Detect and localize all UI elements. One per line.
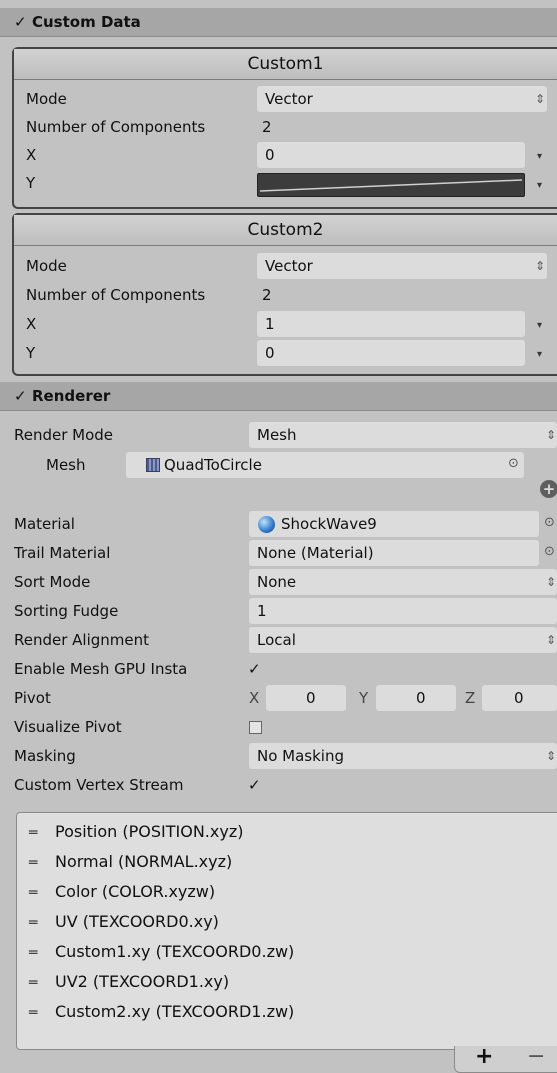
add-mesh-icon[interactable]: + (540, 480, 557, 498)
sort-mode-select[interactable]: None (249, 569, 557, 595)
drag-handle-icon[interactable]: ═ (29, 818, 47, 848)
list-item[interactable]: ═ Color (COLOR.xyzw) (29, 877, 215, 907)
updown-icon: ⇕ (535, 259, 546, 273)
remove-stream-button[interactable]: − (527, 1044, 545, 1069)
dropdown-icon[interactable]: ▾ (537, 349, 542, 360)
sorting-fudge-label: Sorting Fudge (14, 602, 119, 620)
pivot-z-label: Z (465, 689, 476, 707)
custom1-components-value[interactable]: 2 (262, 113, 272, 141)
pivot-x-label: X (249, 689, 260, 707)
custom1-title: Custom1 (14, 49, 557, 80)
trail-material-field[interactable]: None (Material) (249, 540, 539, 566)
custom2-components-value[interactable]: 2 (262, 281, 272, 309)
custom2-x-label: X (26, 315, 37, 333)
list-item[interactable]: ═ Custom2.xy (TEXCOORD1.zw) (29, 997, 294, 1027)
list-item[interactable]: ═ Normal (NORMAL.xyz) (29, 847, 232, 877)
mesh-field[interactable]: QuadToCircle (126, 452, 524, 478)
custom-vertex-streams-label: Custom Vertex Stream (14, 776, 184, 794)
sorting-fudge-field[interactable]: 1 (249, 598, 557, 624)
stream-label: Normal (NORMAL.xyz) (55, 852, 233, 871)
custom1-y-label: Y (26, 174, 36, 192)
render-alignment-select[interactable]: Local (249, 627, 557, 653)
drag-handle-icon[interactable]: ═ (29, 968, 47, 998)
list-footer: + − (454, 1044, 557, 1073)
visualize-pivot-checkbox[interactable] (249, 721, 262, 734)
dropdown-icon[interactable]: ▾ (537, 151, 542, 162)
updown-icon: ⇕ (546, 428, 557, 442)
custom-data-header[interactable]: ✓ Custom Data (0, 8, 557, 37)
dropdown-icon[interactable]: ▾ (537, 320, 542, 331)
drag-handle-icon[interactable]: ═ (29, 998, 47, 1028)
list-item[interactable]: ═ UV (TEXCOORD0.xy) (29, 907, 219, 937)
add-stream-button[interactable]: + (475, 1044, 493, 1069)
custom1-x-field[interactable]: 0 (257, 142, 525, 168)
object-picker-icon[interactable]: ⊙ (508, 456, 519, 471)
gpu-instancing-label: Enable Mesh GPU Insta (14, 660, 188, 678)
updown-icon: ⇕ (546, 749, 557, 763)
object-picker-icon[interactable]: ⊙ (544, 544, 555, 559)
stream-label: UV (TEXCOORD0.xy) (55, 912, 219, 931)
sort-mode-label: Sort Mode (14, 573, 91, 591)
pivot-z-field[interactable]: 0 (482, 685, 557, 711)
updown-icon: ⇕ (546, 575, 557, 589)
material-label: Material (14, 515, 75, 533)
updown-icon: ⇕ (546, 633, 557, 647)
check-icon[interactable]: ✓ (14, 382, 28, 410)
gpu-instancing-checkbox[interactable]: ✓ (248, 662, 262, 677)
renderer-title: Renderer (32, 387, 111, 405)
stream-label: Color (COLOR.xyzw) (55, 882, 216, 901)
custom1-components-label: Number of Components (26, 118, 206, 136)
custom2-mode-label: Mode (26, 257, 67, 275)
check-icon[interactable]: ✓ (14, 8, 28, 36)
render-mode-select[interactable]: Mesh (249, 422, 557, 448)
drag-handle-icon[interactable]: ═ (29, 878, 47, 908)
stream-label: UV2 (TEXCOORD1.xy) (55, 972, 230, 991)
material-sphere-icon (258, 516, 275, 533)
custom1-mode-label: Mode (26, 90, 67, 108)
custom1-x-label: X (26, 146, 37, 164)
render-alignment-label: Render Alignment (14, 631, 150, 649)
custom-data-title: Custom Data (32, 13, 141, 31)
custom1-y-curve-field[interactable] (257, 173, 525, 197)
mesh-label: Mesh (46, 456, 86, 474)
drag-handle-icon[interactable]: ═ (29, 908, 47, 938)
stream-label: Custom1.xy (TEXCOORD0.zw) (55, 942, 295, 961)
pivot-y-label: Y (359, 689, 369, 707)
updown-icon: ⇕ (535, 92, 546, 106)
pivot-y-field[interactable]: 0 (376, 685, 456, 711)
custom1-mode-select[interactable]: Vector (257, 86, 547, 112)
material-field[interactable]: ShockWave9 (249, 511, 539, 537)
curve-preview-icon (259, 179, 523, 192)
visualize-pivot-label: Visualize Pivot (14, 718, 122, 736)
list-item[interactable]: ═ UV2 (TEXCOORD1.xy) (29, 967, 229, 997)
custom-vertex-streams-checkbox[interactable]: ✓ (248, 778, 262, 793)
custom2-y-field[interactable]: 0 (257, 340, 525, 366)
masking-label: Masking (14, 747, 76, 765)
dropdown-icon[interactable]: ▾ (537, 180, 542, 191)
object-picker-icon[interactable]: ⊙ (544, 515, 555, 530)
stream-label: Custom2.xy (TEXCOORD1.zw) (55, 1002, 295, 1021)
pivot-x-field[interactable]: 0 (266, 685, 346, 711)
custom2-title: Custom2 (14, 215, 557, 246)
vertex-streams-list: ═ Position (POSITION.xyz) ═ Normal (NORMAL… (16, 812, 557, 1050)
masking-select[interactable]: No Masking (249, 743, 557, 769)
stream-label: Position (POSITION.xyz) (55, 822, 244, 841)
drag-handle-icon[interactable]: ═ (29, 938, 47, 968)
trail-material-label: Trail Material (14, 544, 111, 562)
custom2-x-field[interactable]: 1 (257, 311, 525, 337)
drag-handle-icon[interactable]: ═ (29, 848, 47, 878)
renderer-header[interactable]: ✓ Renderer (0, 382, 557, 411)
mesh-icon (146, 458, 160, 472)
pivot-label: Pivot (14, 689, 51, 707)
custom2-y-label: Y (26, 344, 36, 362)
render-mode-label: Render Mode (14, 426, 114, 444)
custom2-mode-select[interactable]: Vector (257, 253, 547, 279)
custom2-components-label: Number of Components (26, 286, 206, 304)
list-item[interactable]: ═ Custom1.xy (TEXCOORD0.zw) (29, 937, 294, 967)
list-item[interactable]: ═ Position (POSITION.xyz) (29, 817, 243, 847)
